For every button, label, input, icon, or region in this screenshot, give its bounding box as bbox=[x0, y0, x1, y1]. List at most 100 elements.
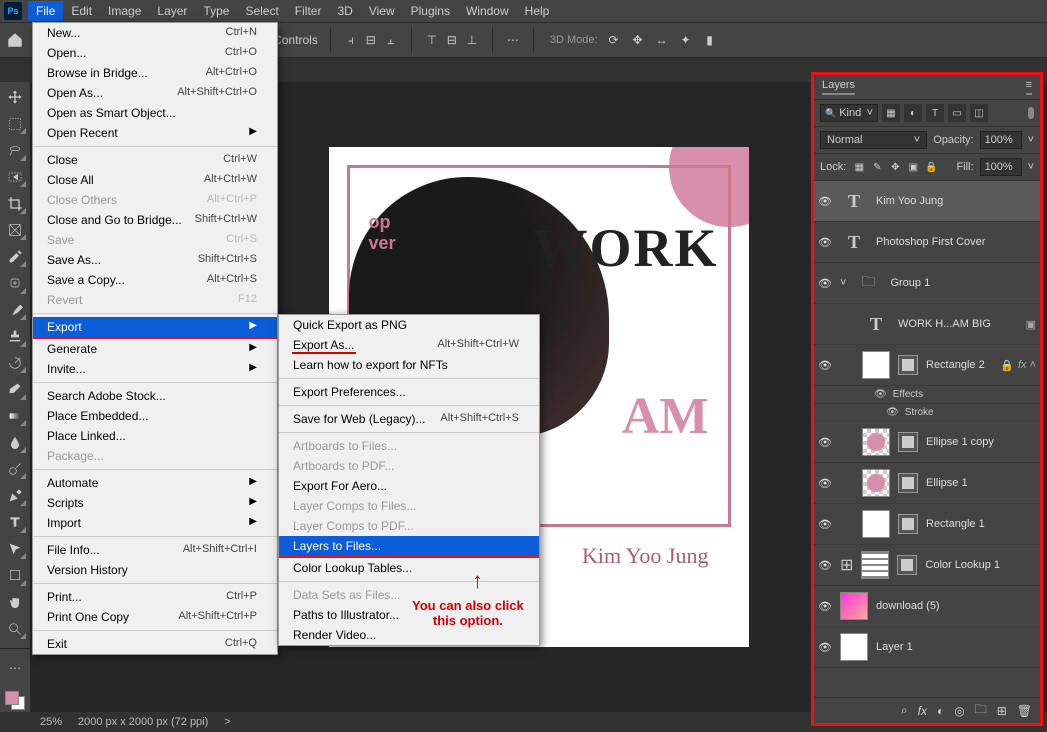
menu-select[interactable]: Select bbox=[237, 1, 286, 21]
fx-badge[interactable]: fx ˄ bbox=[1018, 359, 1036, 372]
visibility-icon[interactable]: 👁 bbox=[818, 559, 832, 572]
menu-plugins[interactable]: Plugins bbox=[403, 1, 458, 21]
layer-thumbnail[interactable] bbox=[840, 592, 868, 620]
file-menu-item[interactable]: Close and Go to Bridge...Shift+Ctrl+W bbox=[33, 210, 277, 230]
opacity-input[interactable]: 100% bbox=[980, 131, 1022, 149]
file-menu-item[interactable]: ExitCtrl+Q bbox=[33, 634, 277, 654]
file-menu-item[interactable]: Close AllAlt+Ctrl+W bbox=[33, 170, 277, 190]
layer-row[interactable]: 👁TPhotoshop First Cover bbox=[814, 222, 1040, 263]
file-menu-item[interactable]: Print One CopyAlt+Shift+Ctrl+P bbox=[33, 607, 277, 627]
lasso-tool-icon[interactable] bbox=[3, 139, 27, 162]
visibility-icon[interactable]: 👁 bbox=[818, 195, 832, 208]
layer-name[interactable]: Ellipse 1 bbox=[926, 477, 1028, 489]
group-chevron-icon[interactable]: ˅ bbox=[840, 277, 846, 289]
frame-tool-icon[interactable] bbox=[3, 219, 27, 242]
brush-tool-icon[interactable] bbox=[3, 299, 27, 322]
layer-mask-thumbnail[interactable] bbox=[897, 555, 917, 575]
healing-tool-icon[interactable] bbox=[3, 272, 27, 295]
export-menu-item[interactable]: Export Preferences... bbox=[279, 382, 539, 402]
layer-mask-thumbnail[interactable] bbox=[898, 355, 918, 375]
file-menu-item[interactable]: Place Linked... bbox=[33, 426, 277, 446]
export-menu-item[interactable]: Save for Web (Legacy)...Alt+Shift+Ctrl+S bbox=[279, 409, 539, 429]
visibility-icon[interactable]: 👁 bbox=[818, 518, 832, 531]
file-menu-item[interactable]: CloseCtrl+W bbox=[33, 150, 277, 170]
file-menu-item[interactable]: File Info...Alt+Shift+Ctrl+I bbox=[33, 540, 277, 560]
layer-thumbnail[interactable]: T bbox=[862, 310, 890, 338]
menu-window[interactable]: Window bbox=[458, 1, 517, 21]
file-menu-item[interactable]: Open as Smart Object... bbox=[33, 103, 277, 123]
file-menu-item[interactable]: Save As...Shift+Ctrl+S bbox=[33, 250, 277, 270]
delete-icon[interactable]: 🗑 bbox=[1017, 704, 1032, 718]
layer-name[interactable]: Group 1 bbox=[890, 277, 1028, 289]
visibility-icon[interactable]: 👁 bbox=[818, 641, 832, 654]
file-menu-item[interactable]: Invite...▶ bbox=[33, 359, 277, 379]
blend-mode-select[interactable]: Normal ˅ bbox=[820, 131, 927, 149]
stroke-effect-row[interactable]: 👁 Stroke bbox=[814, 404, 1040, 422]
layer-mask-thumbnail[interactable] bbox=[898, 473, 918, 493]
align-left-icon[interactable]: ⫞ bbox=[343, 32, 359, 48]
eyedropper-tool-icon[interactable] bbox=[3, 245, 27, 268]
file-menu-item[interactable]: Print...Ctrl+P bbox=[33, 587, 277, 607]
layer-thumbnail[interactable]: T bbox=[840, 228, 868, 256]
blur-tool-icon[interactable] bbox=[3, 431, 27, 454]
3d-pan-icon[interactable]: ✥ bbox=[630, 32, 646, 48]
filter-shape-icon[interactable]: ▭ bbox=[948, 104, 966, 122]
shape-tool-icon[interactable] bbox=[3, 564, 27, 587]
align-right-icon[interactable]: ⫠ bbox=[383, 32, 399, 48]
menu-view[interactable]: View bbox=[361, 1, 403, 21]
lock-transparency-icon[interactable]: ▦ bbox=[852, 160, 866, 174]
layer-row[interactable]: 👁Rectangle 1 bbox=[814, 504, 1040, 545]
layer-mask-thumbnail[interactable] bbox=[898, 514, 918, 534]
dodge-tool-icon[interactable] bbox=[3, 458, 27, 481]
history-brush-tool-icon[interactable] bbox=[3, 352, 27, 375]
file-menu-item[interactable]: Automate▶ bbox=[33, 473, 277, 493]
eraser-tool-icon[interactable] bbox=[3, 378, 27, 401]
panel-menu-icon[interactable]: ≡ bbox=[1026, 79, 1032, 95]
status-arrow-icon[interactable]: > bbox=[224, 716, 230, 728]
path-tool-icon[interactable] bbox=[3, 538, 27, 561]
export-menu-item[interactable]: Layers to Files... bbox=[279, 536, 539, 556]
menu-image[interactable]: Image bbox=[100, 1, 149, 21]
zoom-level[interactable]: 25% bbox=[40, 716, 62, 728]
3d-camera-icon[interactable]: ▮ bbox=[702, 32, 718, 48]
file-menu-item[interactable]: Place Embedded... bbox=[33, 406, 277, 426]
kind-select[interactable]: Kind ˅ bbox=[820, 104, 878, 122]
align-bottom-icon[interactable]: ⊥ bbox=[464, 32, 480, 48]
filter-toggle[interactable] bbox=[1028, 107, 1034, 119]
align-center-h-icon[interactable]: ⊟ bbox=[363, 32, 379, 48]
file-menu-item[interactable]: Scripts▶ bbox=[33, 493, 277, 513]
file-menu-item[interactable]: Save a Copy...Alt+Ctrl+S bbox=[33, 270, 277, 290]
edit-toolbar-icon[interactable]: ⋯ bbox=[3, 657, 27, 680]
layer-row[interactable]: 👁download (5) bbox=[814, 586, 1040, 627]
lock-position-icon[interactable]: ✥ bbox=[888, 160, 902, 174]
layer-thumbnail[interactable]: 🗀 bbox=[854, 269, 882, 297]
file-menu-item[interactable]: Open As...Alt+Shift+Ctrl+O bbox=[33, 83, 277, 103]
group-icon[interactable]: 🗀 bbox=[975, 700, 987, 721]
file-menu-item[interactable]: Generate▶ bbox=[33, 339, 277, 359]
effects-row[interactable]: 👁 Effects bbox=[814, 386, 1040, 404]
type-tool-icon[interactable] bbox=[3, 511, 27, 534]
hand-tool-icon[interactable] bbox=[3, 591, 27, 614]
stamp-tool-icon[interactable] bbox=[3, 325, 27, 348]
layer-row[interactable]: 👁Ellipse 1 bbox=[814, 463, 1040, 504]
layer-thumbnail[interactable] bbox=[862, 351, 890, 379]
layers-tab[interactable]: Layers bbox=[822, 79, 855, 95]
lock-pixels-icon[interactable]: ✎ bbox=[870, 160, 884, 174]
selection-tool-icon[interactable] bbox=[3, 166, 27, 189]
layer-name[interactable]: download (5) bbox=[876, 600, 1028, 612]
fx-icon[interactable]: fx bbox=[918, 704, 927, 718]
menu-layer[interactable]: Layer bbox=[149, 1, 195, 21]
layer-name[interactable]: Kim Yoo Jung bbox=[876, 195, 1028, 207]
visibility-icon[interactable]: 👁 bbox=[818, 436, 832, 449]
file-menu-item[interactable]: Browse in Bridge...Alt+Ctrl+O bbox=[33, 63, 277, 83]
export-menu-item[interactable]: Paths to Illustrator... bbox=[279, 605, 539, 625]
export-menu-item[interactable]: Render Video... bbox=[279, 625, 539, 645]
menu-filter[interactable]: Filter bbox=[287, 1, 330, 21]
visibility-icon[interactable]: 👁 bbox=[818, 236, 832, 249]
filter-pixel-icon[interactable]: ▦ bbox=[882, 104, 900, 122]
layer-row[interactable]: TWORK H...AM BIG▣ bbox=[814, 304, 1040, 345]
lock-all-icon[interactable]: 🔒 bbox=[924, 160, 938, 174]
color-swatches[interactable] bbox=[3, 689, 27, 712]
visibility-icon[interactable]: 👁 bbox=[818, 359, 832, 372]
menu-edit[interactable]: Edit bbox=[63, 1, 100, 21]
